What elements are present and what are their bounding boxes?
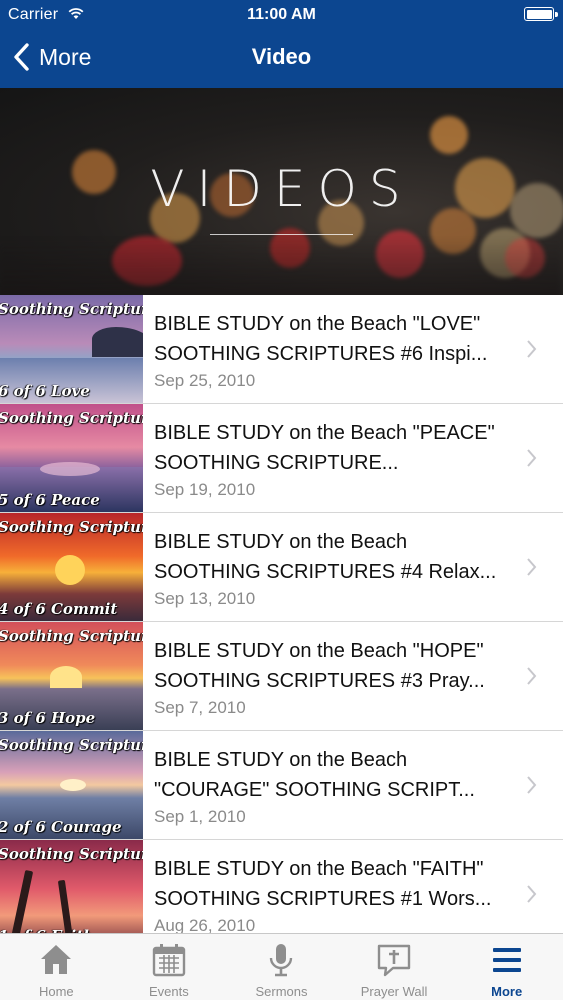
thumbnail-caption-bottom: 4 of 6 Commit bbox=[0, 600, 118, 618]
video-row[interactable]: Soothing Scriptures 6 of 6 Love BIBLE ST… bbox=[0, 295, 563, 404]
video-thumbnail: Soothing Scriptures 6 of 6 Love bbox=[0, 295, 143, 403]
video-date: Sep 7, 2010 bbox=[154, 698, 246, 717]
tab-prayer-wall[interactable]: Prayer Wall bbox=[338, 934, 451, 1000]
video-title: BIBLE STUDY on the Beach "LOVE" SOOTHING… bbox=[154, 313, 488, 365]
video-row[interactable]: Soothing Scriptures 4 of 6 Commit BIBLE … bbox=[0, 513, 563, 622]
calendar-icon bbox=[152, 944, 186, 977]
video-title: BIBLE STUDY on the Beach SOOTHING SCRIPT… bbox=[154, 531, 497, 583]
tab-bar: Home Events Sermons Prayer Wall More bbox=[0, 933, 563, 1000]
thumbnail-caption-bottom: 5 of 6 Peace bbox=[0, 491, 100, 509]
banner-title: VIDEOS bbox=[150, 160, 413, 218]
tab-label: Prayer Wall bbox=[360, 984, 428, 999]
video-date: Sep 13, 2010 bbox=[154, 589, 256, 608]
videos-banner: VIDEOS bbox=[0, 88, 563, 295]
video-title: BIBLE STUDY on the Beach "COURAGE" SOOTH… bbox=[154, 749, 475, 801]
tab-label: Home bbox=[38, 984, 74, 999]
battery-icon bbox=[524, 7, 558, 21]
video-thumbnail: Soothing Scriptures 5 of 6 Peace bbox=[0, 404, 143, 512]
video-title: BIBLE STUDY on the Beach "FAITH" SOOTHIN… bbox=[154, 858, 492, 910]
video-list: Soothing Scriptures 6 of 6 Love BIBLE ST… bbox=[0, 295, 563, 949]
banner-underline bbox=[210, 234, 353, 235]
page-title: Video bbox=[251, 44, 312, 69]
chevron-right-icon bbox=[527, 885, 537, 903]
tab-label: Sermons bbox=[255, 984, 308, 999]
tab-label: Events bbox=[149, 984, 189, 999]
prayer-bubble-icon bbox=[377, 944, 411, 977]
tab-events[interactable]: Events bbox=[113, 934, 226, 1000]
home-icon bbox=[41, 945, 72, 974]
thumbnail-caption-top: Soothing Scriptures bbox=[0, 845, 143, 863]
tab-label: More bbox=[491, 984, 523, 999]
video-date: Sep 25, 2010 bbox=[154, 371, 256, 390]
microphone-icon bbox=[270, 944, 293, 977]
thumbnail-caption-bottom: 2 of 6 Courage bbox=[0, 818, 122, 836]
video-date: Sep 19, 2010 bbox=[154, 480, 256, 499]
video-row[interactable]: Soothing Scriptures 2 of 6 Courage BIBLE… bbox=[0, 731, 563, 840]
thumbnail-caption-top: Soothing Scriptures bbox=[0, 627, 143, 645]
status-time: 11:00 AM bbox=[247, 6, 316, 23]
tab-more[interactable]: More bbox=[450, 934, 563, 1000]
video-date: Sep 1, 2010 bbox=[154, 807, 246, 826]
video-title: BIBLE STUDY on the Beach "PEACE" SOOTHIN… bbox=[154, 422, 495, 474]
menu-icon bbox=[492, 948, 521, 972]
video-row[interactable]: Soothing Scriptures 5 of 6 Peace BIBLE S… bbox=[0, 404, 563, 513]
video-row[interactable]: Soothing Scriptures 3 of 6 Hope BIBLE ST… bbox=[0, 622, 563, 731]
tab-home[interactable]: Home bbox=[0, 934, 113, 1000]
top-bar: Carrier 11:00 AM More Video bbox=[0, 0, 563, 88]
video-thumbnail: Soothing Scriptures 4 of 6 Commit bbox=[0, 513, 143, 621]
thumbnail-caption-top: Soothing Scriptures bbox=[0, 409, 143, 427]
thumbnail-caption-top: Soothing Scriptures bbox=[0, 736, 143, 754]
status-bar: Carrier 11:00 AM bbox=[0, 0, 563, 30]
video-thumbnail: Soothing Scriptures 3 of 6 Hope bbox=[0, 622, 143, 730]
chevron-right-icon bbox=[527, 558, 537, 576]
video-thumbnail: Soothing Scriptures 1 of 6 Faith bbox=[0, 840, 143, 948]
chevron-right-icon bbox=[527, 776, 537, 794]
thumbnail-caption-top: Soothing Scriptures bbox=[0, 518, 143, 536]
thumbnail-caption-bottom: 6 of 6 Love bbox=[0, 382, 90, 400]
chevron-right-icon bbox=[527, 449, 537, 467]
tab-sermons[interactable]: Sermons bbox=[225, 934, 338, 1000]
chevron-right-icon bbox=[527, 340, 537, 358]
bokeh-light bbox=[430, 116, 468, 154]
thumbnail-caption-bottom: 3 of 6 Hope bbox=[0, 709, 96, 727]
video-title: BIBLE STUDY on the Beach "HOPE" SOOTHING… bbox=[154, 640, 485, 692]
bokeh-light bbox=[0, 238, 560, 295]
thumbnail-caption-top: Soothing Scriptures bbox=[0, 300, 143, 318]
video-thumbnail: Soothing Scriptures 2 of 6 Courage bbox=[0, 731, 143, 839]
chevron-right-icon bbox=[527, 667, 537, 685]
